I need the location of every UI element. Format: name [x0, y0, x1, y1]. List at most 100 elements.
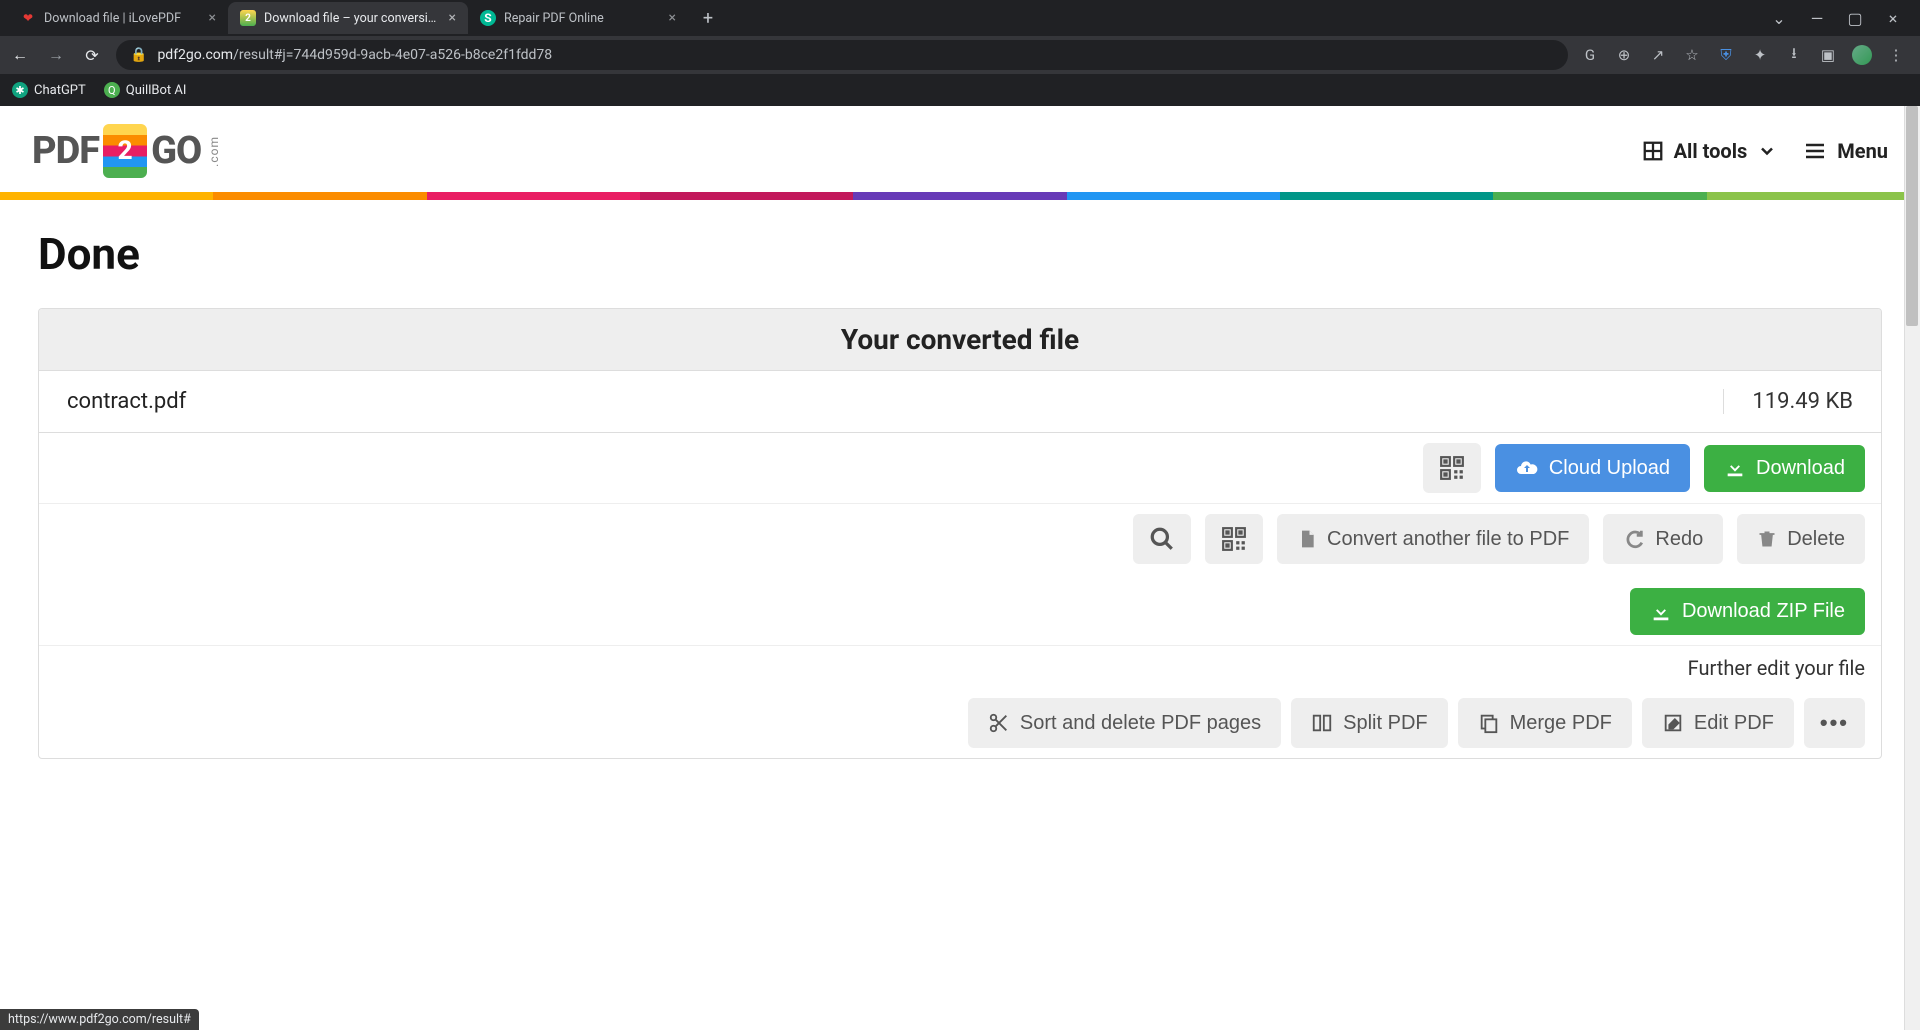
redo-icon	[1623, 528, 1645, 550]
puzzle-icon[interactable]: ✦	[1750, 45, 1770, 65]
file-name: contract.pdf	[67, 389, 1695, 414]
share-icon[interactable]: ↗	[1648, 45, 1668, 65]
merge-icon	[1478, 712, 1500, 734]
split-button[interactable]: Split PDF	[1291, 698, 1447, 748]
page-title: Done	[38, 228, 1882, 280]
convert-another-label: Convert another file to PDF	[1327, 528, 1569, 551]
forward-button[interactable]: →	[44, 43, 68, 67]
bookmark-chatgpt[interactable]: ✱ ChatGPT	[12, 82, 86, 98]
file-size: 119.49 KB	[1752, 389, 1853, 414]
rainbow-divider	[0, 192, 1920, 200]
content: Done Your converted file contract.pdf 11…	[0, 200, 1920, 787]
site-nav: All tools Menu	[1642, 139, 1888, 163]
divider	[1723, 389, 1724, 414]
download-icon	[1724, 457, 1746, 479]
converted-file-card: Your converted file contract.pdf 119.49 …	[38, 308, 1882, 759]
heart-icon: ❤	[20, 10, 36, 26]
panel-icon[interactable]: ▣	[1818, 45, 1838, 65]
edit-button[interactable]: Edit PDF	[1642, 698, 1794, 748]
minimize-icon[interactable]: —	[1808, 9, 1826, 28]
address-bar[interactable]: 🔒 pdf2go.com/result#j=744d959d-9acb-4e07…	[116, 40, 1568, 70]
further-edit-label: Further edit your file	[1688, 656, 1865, 680]
edit-label: Edit PDF	[1694, 712, 1774, 735]
edit-buttons: Sort and delete PDF pages Split PDF Merg…	[968, 698, 1865, 748]
primary-actions-row: Cloud Upload Download	[39, 433, 1881, 504]
logo-suffix: .com	[207, 136, 221, 167]
close-icon[interactable]: ×	[209, 10, 216, 26]
split-label: Split PDF	[1343, 712, 1427, 735]
file-row: contract.pdf 119.49 KB	[39, 371, 1881, 433]
quillbot-icon: Q	[104, 82, 120, 98]
convert-another-button[interactable]: Convert another file to PDF	[1277, 514, 1589, 564]
kebab-menu-icon[interactable]: ⋮	[1886, 45, 1906, 65]
logo-badge-icon: 2	[103, 124, 147, 178]
tab-pdf2go[interactable]: 2 Download file – your conversion ×	[228, 2, 468, 34]
shield-icon[interactable]: ⛨	[1716, 45, 1736, 65]
page: PDF 2 GO .com All tools Menu	[0, 106, 1920, 1030]
url-path: /result#j=744d959d-9acb-4e07-a526-b8ce2f…	[233, 47, 552, 63]
zoom-icon[interactable]: ⊕	[1614, 45, 1634, 65]
download-icon[interactable]: ⭳	[1784, 45, 1804, 65]
sort-delete-button[interactable]: Sort and delete PDF pages	[968, 698, 1281, 748]
tab-title: Download file – your conversion	[264, 11, 441, 26]
reload-button[interactable]: ⟳	[80, 43, 104, 67]
avatar[interactable]	[1852, 45, 1872, 65]
sort-delete-label: Sort and delete PDF pages	[1020, 712, 1261, 735]
grid-icon	[1642, 140, 1664, 162]
logo-left: PDF	[32, 129, 99, 173]
maximize-icon[interactable]: ▢	[1846, 9, 1864, 28]
tab-ilovepdf[interactable]: ❤ Download file | iLovePDF ×	[8, 2, 228, 34]
download-label: Download	[1756, 457, 1845, 480]
merge-button[interactable]: Merge PDF	[1458, 698, 1632, 748]
scissors-icon	[988, 712, 1010, 734]
search-button[interactable]	[1133, 514, 1191, 564]
chevron-down-icon	[1757, 141, 1777, 161]
bookmarks-bar: ✱ ChatGPT Q QuillBot AI	[0, 74, 1920, 106]
tab-repair-pdf[interactable]: S Repair PDF Online ×	[468, 2, 688, 34]
close-icon[interactable]: ×	[669, 10, 676, 26]
back-button[interactable]: ←	[8, 43, 32, 67]
window-controls: ⌄ — ▢ ×	[1770, 9, 1912, 28]
close-window-icon[interactable]: ×	[1884, 9, 1902, 28]
edit-icon	[1662, 712, 1684, 734]
star-icon[interactable]: ☆	[1682, 45, 1702, 65]
close-icon[interactable]: ×	[449, 10, 456, 26]
qr-button-2[interactable]	[1205, 514, 1263, 564]
qr-icon	[1221, 526, 1247, 552]
delete-button[interactable]: Delete	[1737, 514, 1865, 564]
toolbar-icons: G ⊕ ↗ ☆ ⛨ ✦ ⭳ ▣ ⋮	[1580, 45, 1912, 65]
secondary-actions-row: Convert another file to PDF Redo Delete	[39, 504, 1881, 646]
all-tools-dropdown[interactable]: All tools	[1642, 139, 1778, 163]
card-header: Your converted file	[39, 309, 1881, 371]
qr-button[interactable]	[1423, 443, 1481, 493]
redo-button[interactable]: Redo	[1603, 514, 1723, 564]
status-bar: https://www.pdf2go.com/result#	[0, 1009, 199, 1030]
address-row: ← → ⟳ 🔒 pdf2go.com/result#j=744d959d-9ac…	[0, 36, 1920, 74]
trash-icon	[1757, 528, 1777, 550]
redo-label: Redo	[1655, 528, 1703, 551]
pdf2go-favicon-icon: 2	[240, 10, 256, 26]
chatgpt-icon: ✱	[12, 82, 28, 98]
bookmark-label: ChatGPT	[34, 83, 86, 98]
hamburger-icon	[1803, 139, 1827, 163]
browser-tabs-row: ❤ Download file | iLovePDF × 2 Download …	[0, 0, 1920, 36]
tab-title: Repair PDF Online	[504, 11, 661, 26]
cloud-upload-button[interactable]: Cloud Upload	[1495, 444, 1690, 492]
google-icon[interactable]: G	[1580, 45, 1600, 65]
cloud-upload-label: Cloud Upload	[1549, 457, 1670, 480]
chevron-down-icon[interactable]: ⌄	[1770, 9, 1788, 28]
merge-label: Merge PDF	[1510, 712, 1612, 735]
site-logo[interactable]: PDF 2 GO .com	[32, 124, 221, 178]
more-button[interactable]: •••	[1804, 698, 1865, 748]
new-tab-button[interactable]: +	[694, 4, 722, 32]
download-zip-button[interactable]: Download ZIP File	[1630, 588, 1865, 635]
download-button[interactable]: Download	[1704, 445, 1865, 492]
bookmark-quillbot[interactable]: Q QuillBot AI	[104, 82, 187, 98]
more-icon: •••	[1820, 710, 1849, 736]
scrollbar[interactable]	[1904, 106, 1920, 1030]
scrollbar-thumb[interactable]	[1906, 106, 1918, 326]
bookmark-label: QuillBot AI	[126, 83, 187, 98]
lock-icon: 🔒	[130, 47, 147, 63]
menu-button[interactable]: Menu	[1803, 139, 1888, 163]
logo-right: GO	[151, 129, 201, 173]
